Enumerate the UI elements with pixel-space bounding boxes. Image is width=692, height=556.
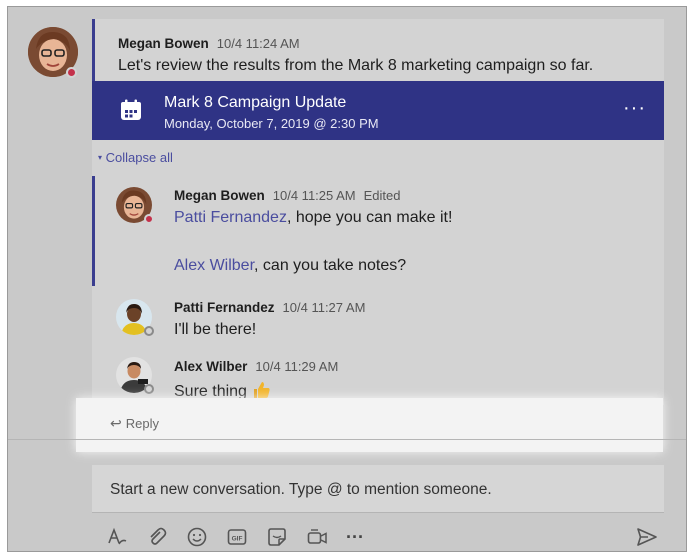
mention-alex-wilber[interactable]: Alex Wilber: [174, 257, 254, 274]
collapse-all-link[interactable]: ▾ Collapse all: [98, 150, 173, 165]
edited-label: Edited: [363, 188, 401, 203]
collapse-all-label: Collapse all: [105, 150, 173, 165]
reply-bar[interactable]: ↩ Reply: [76, 398, 663, 452]
reply-text-rest: , hope you can make it!: [286, 209, 453, 226]
mention-patti-fernandez[interactable]: Patti Fernandez: [174, 209, 287, 226]
compose-placeholder[interactable]: Start a new conversation. Type @ to ment…: [110, 481, 492, 499]
thumbs-up-icon: [251, 380, 271, 400]
chevron-down-icon: ▾: [98, 153, 103, 162]
reply-time: 10/4 11:27 AM: [282, 300, 366, 315]
main-post-time: 10/4 11:24 AM: [216, 36, 300, 51]
away-status-icon: [144, 326, 154, 336]
more-options-icon[interactable]: ···: [342, 524, 368, 550]
main-post-header: Megan Bowen 10/4 11:24 AM: [118, 35, 300, 53]
reply-author[interactable]: Megan Bowen: [174, 188, 265, 203]
calendar-icon: [121, 99, 141, 120]
reply-header: Alex Wilber 10/4 11:29 AM: [174, 358, 338, 376]
main-post-text: Let's review the results from the Mark 8…: [118, 57, 594, 74]
reply-time: 10/4 11:25 AM: [272, 188, 356, 203]
busy-status-icon: [144, 214, 154, 224]
reply-author[interactable]: Patti Fernandez: [174, 300, 275, 315]
send-icon[interactable]: [634, 524, 660, 550]
reply-accent-bar: [92, 176, 95, 286]
meeting-date: Monday, October 7, 2019 @ 2:30 PM: [164, 116, 379, 131]
compose-toolbar: GIF ···: [104, 524, 664, 550]
gif-icon[interactable]: GIF: [224, 524, 250, 550]
meeting-title[interactable]: Mark 8 Campaign Update: [164, 94, 346, 112]
reply-header: Megan Bowen 10/4 11:25 AM Edited: [174, 187, 401, 205]
away-status-icon: [144, 384, 154, 394]
reply-label: Reply: [125, 416, 159, 431]
sticker-icon[interactable]: [264, 524, 290, 550]
attach-icon[interactable]: [144, 524, 170, 550]
reply-text-line2: Alex Wilber, can you take notes?: [174, 257, 406, 275]
reply-author[interactable]: Alex Wilber: [174, 359, 247, 374]
compose-box[interactable]: Start a new conversation. Type @ to ment…: [92, 465, 664, 513]
format-icon[interactable]: [104, 524, 130, 550]
reply-header: Patti Fernandez 10/4 11:27 AM: [174, 299, 365, 317]
reply-button[interactable]: ↩ Reply: [110, 415, 159, 432]
main-post-author[interactable]: Megan Bowen: [118, 36, 209, 51]
reply-time: 10/4 11:29 AM: [255, 359, 339, 374]
thread-accent-bar: [92, 19, 95, 81]
svg-text:GIF: GIF: [232, 536, 243, 543]
conversation-thread: Megan Bowen 10/4 11:24 AM Let's review th…: [92, 19, 664, 405]
emoji-icon[interactable]: [184, 524, 210, 550]
reply-text: I'll be there!: [174, 321, 257, 338]
meeting-card[interactable]: Mark 8 Campaign Update Monday, October 7…: [92, 81, 664, 140]
meet-now-icon[interactable]: [304, 524, 330, 550]
reply-text-rest: , can you take notes?: [254, 257, 407, 274]
teams-channel-window: Megan Bowen 10/4 11:24 AM Let's review th…: [7, 6, 687, 552]
divider: [8, 439, 686, 440]
reply-arrow-icon: ↩: [110, 415, 122, 431]
reply-text: Patti Fernandez, hope you can make it!: [174, 209, 452, 227]
busy-status-icon: [66, 67, 77, 78]
more-options-icon[interactable]: ···: [623, 97, 646, 120]
